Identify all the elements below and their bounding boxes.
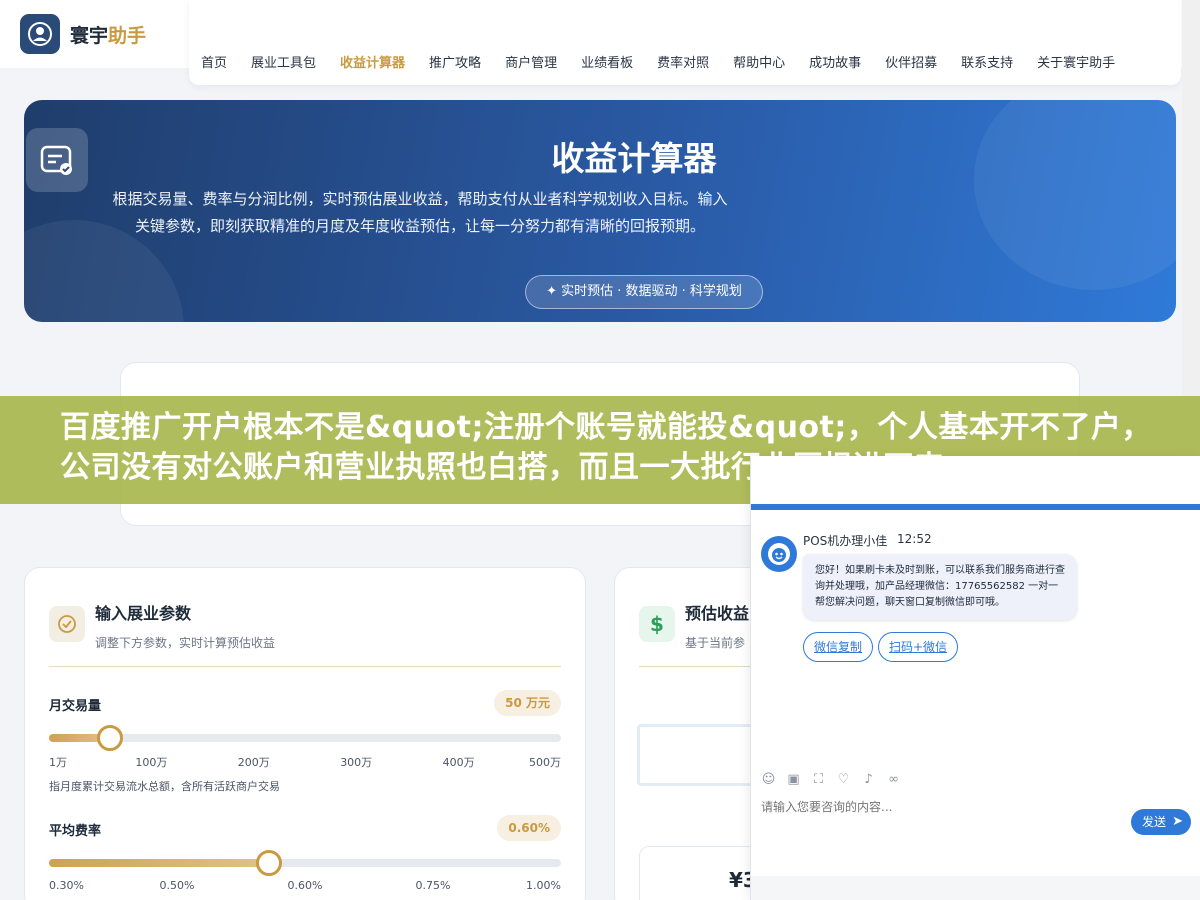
volume-slider[interactable] <box>49 725 561 751</box>
link-icon[interactable]: ∞ <box>886 772 901 787</box>
copy-wechat-button[interactable]: 微信复制 <box>803 632 874 662</box>
nav-item[interactable]: 费率对照 <box>657 52 709 71</box>
tick-label: 300万 <box>340 756 373 769</box>
tick-label: 1万 <box>49 756 67 769</box>
chat-widget: POS — □ POS机办理小佳 12:52 您好！如果刷卡未及时到账，可以联系… <box>750 456 1200 900</box>
card-subtitle: 调整下方参数，实时计算预估收益 <box>95 636 276 650</box>
nav-item[interactable]: 商户管理 <box>505 52 557 71</box>
check-circle-icon <box>49 606 85 642</box>
screenshot-icon[interactable]: ⛶ <box>811 772 826 787</box>
calculator-icon <box>26 128 88 192</box>
volume-note: 指月度累计交易流水总额，含所有活跃商户交易 <box>49 780 280 793</box>
message-time: 12:52 <box>897 532 932 546</box>
chat-message-input[interactable] <box>761 800 1121 814</box>
tick-label: 0.50% <box>159 879 195 892</box>
logo[interactable]: 寰宇助手 <box>20 14 146 54</box>
chat-header-strip <box>751 504 1200 510</box>
nav-item[interactable]: 展业工具包 <box>251 52 316 71</box>
image-icon[interactable]: ▣ <box>786 772 801 787</box>
chat-toolbar: ☺ ▣ ⛶ ♡ ♪ ∞ <box>761 772 901 787</box>
nav-item[interactable]: 业绩看板 <box>581 52 633 71</box>
tick-label: 0.30% <box>49 879 84 892</box>
chat-header: POS — □ <box>751 456 1200 504</box>
tick-label: 1.00% <box>526 879 561 892</box>
hero-banner: 收益计算器 根据交易量、费率与分润比例，实时预估展业收益，帮助支付从业者科学规划… <box>24 100 1176 322</box>
emoji-icon[interactable]: ☺ <box>761 772 776 787</box>
rate-value-badge: 0.60% <box>497 815 561 841</box>
chat-footer <box>751 876 1200 900</box>
slider-thumb[interactable] <box>97 725 124 751</box>
slider-fill <box>49 859 270 867</box>
agent-name: POS机办理小佳 <box>803 534 888 548</box>
nav-item[interactable]: 收益计算器 <box>340 52 405 71</box>
scan-wechat-button[interactable]: 扫码+微信 <box>878 632 959 662</box>
slider-thumb[interactable] <box>256 850 283 876</box>
logo-text: 寰宇助手 <box>70 24 147 47</box>
volume-label: 月交易量 <box>49 699 102 714</box>
nav-item[interactable]: 帮助中心 <box>733 52 785 71</box>
main-nav: 首页 展业工具包 收益计算器 推广攻略 商户管理 业绩看板 费率对照 帮助中心 成功故事 伙伴招募… <box>189 0 1181 85</box>
card-subtitle: 基于当前参 <box>685 636 746 650</box>
nav-item[interactable]: 首页 <box>201 52 227 71</box>
maximize-icon[interactable]: □ <box>1177 466 1193 482</box>
page-title: 收益计算器 <box>551 139 717 178</box>
agent-message: 您好！如果刷卡未及时到账，可以联系我们服务商进行查询并处理哦，加产品经理微信：1… <box>803 554 1077 620</box>
minimize-icon[interactable]: — <box>1155 466 1171 482</box>
tick-label: 100万 <box>135 756 168 769</box>
volume-icon[interactable]: ♪ <box>861 772 876 787</box>
hero-tagline: ✦ 实时预估 · 数据驱动 · 科学规划 <box>525 275 763 309</box>
decor-circle <box>974 100 1176 290</box>
dollar-icon: $ <box>639 606 675 642</box>
chat-title: POS <box>817 470 852 488</box>
tick-label: 0.60% <box>287 879 323 892</box>
agent-avatar-icon <box>761 536 797 572</box>
nav-item[interactable]: 关于寰宇助手 <box>1037 52 1115 71</box>
tick-label: 500万 <box>529 756 561 769</box>
card-title: 输入展业参数 <box>95 604 192 623</box>
tick-label: 200万 <box>237 756 270 769</box>
card-title: 预估收益 <box>685 604 750 623</box>
nav-item[interactable]: 联系支持 <box>961 52 1013 71</box>
tick-label: 400万 <box>442 756 475 769</box>
hero-description: 根据交易量、费率与分润比例，实时预估展业收益，帮助支付从业者科学规划收入目标。输… <box>112 190 728 235</box>
rate-slider[interactable] <box>49 850 561 876</box>
tick-label: 0.75% <box>415 879 451 892</box>
input-params-card: 输入展业参数 调整下方参数，实时计算预估收益 月交易量 50 万元 1万 100万… <box>24 567 586 900</box>
nav-item[interactable]: 伙伴招募 <box>885 52 937 71</box>
send-arrow-icon: ➤ <box>1172 814 1183 829</box>
like-icon[interactable]: ♡ <box>836 772 851 787</box>
divider <box>49 666 561 667</box>
send-button[interactable]: 发送 ➤ <box>1131 809 1191 835</box>
rate-label: 平均费率 <box>49 824 102 839</box>
nav-item[interactable]: 推广攻略 <box>429 52 481 71</box>
nav-item[interactable]: 成功故事 <box>809 52 861 71</box>
volume-value-badge: 50 万元 <box>494 690 561 716</box>
user-avatar-icon <box>20 14 60 54</box>
